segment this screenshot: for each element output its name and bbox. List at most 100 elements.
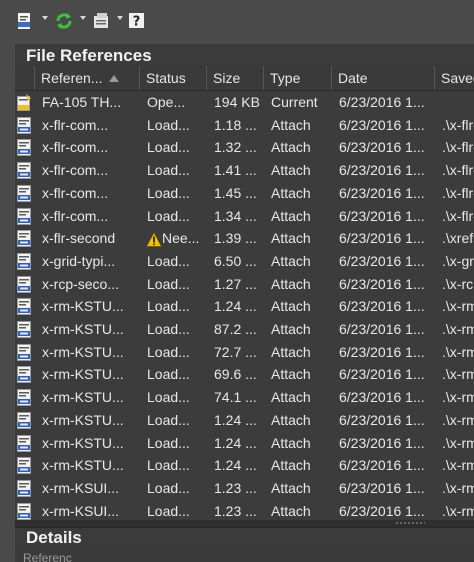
cell-date: 6/23/2016 1... xyxy=(332,250,435,273)
attach-dropdown-caret[interactable] xyxy=(42,16,48,20)
cell-type-text: Attach xyxy=(271,434,311,451)
cell-type-text: Attach xyxy=(271,207,311,224)
cell-name-text: x-rm-KSTU... xyxy=(42,434,124,451)
details-header[interactable]: Details xyxy=(15,528,474,548)
column-header-status[interactable]: Status xyxy=(140,66,207,90)
column-header-date[interactable]: Date xyxy=(332,66,435,90)
cell-size: 1.18 ... xyxy=(207,114,264,137)
table-row[interactable]: x-rcp-seco... Load... 1.27 ... Attach 6/23/2… xyxy=(15,273,474,296)
cell-date: 6/23/2016 1... xyxy=(332,432,435,455)
column-header-status-label: Status xyxy=(146,70,186,86)
dwg-file-icon xyxy=(17,321,31,338)
column-header-reference-label: Referen... xyxy=(41,70,103,86)
cell-name: x-rm-KSTU... xyxy=(35,318,140,341)
table-row[interactable]: x-flr-com... Load... 1.34 ... Attach 6/23/20… xyxy=(15,205,474,228)
cell-size-text: 1.18 ... xyxy=(214,116,257,133)
cell-name: x-rm-KSUI... xyxy=(35,500,140,520)
help-button[interactable]: ? xyxy=(128,10,146,32)
cell-type-text: Attach xyxy=(271,389,311,406)
cell-date-text: 6/23/2016 1... xyxy=(339,139,425,156)
column-header-size[interactable]: Size xyxy=(207,66,264,90)
table-row[interactable]: x-rm-KSTU... Load... 1.24 ... Attach 6/23/20… xyxy=(15,409,474,432)
column-header-reference-name[interactable]: Referen... xyxy=(35,66,140,90)
cell-date: 6/23/2016 1... xyxy=(332,273,435,296)
cell-size-text: 6.50 ... xyxy=(214,252,257,269)
cell-size-text: 69.6 ... xyxy=(214,366,257,383)
cell-date: 6/23/2016 1... xyxy=(332,454,435,477)
table-row[interactable]: x-rm-KSTU... Load... 74.1 ... Attach 6/23/20… xyxy=(15,386,474,409)
table-row[interactable]: x-flr-com... Load... 1.41 ... Attach 6/23/20… xyxy=(15,159,474,182)
table-row[interactable]: x-flr-com... Load... 1.18 ... Attach 6/23/20… xyxy=(15,114,474,137)
change-path-dropdown-caret[interactable] xyxy=(117,16,123,20)
cell-date-text: 6/23/2016 1... xyxy=(339,366,425,383)
scrollbar-grip[interactable] xyxy=(395,521,425,525)
column-header-saved-path[interactable]: Saved P xyxy=(435,66,474,90)
cell-path: .\x-rm-K xyxy=(435,432,474,455)
attach-dwg-button[interactable] xyxy=(15,10,35,32)
table-row[interactable]: x-rm-KSTU... Load... 72.7 ... Attach 6/23/20… xyxy=(15,341,474,364)
cell-type-text: Attach xyxy=(271,457,311,474)
cell-type: Attach xyxy=(264,341,332,364)
dwg-file-icon xyxy=(17,116,31,134)
cell-size: 194 KB xyxy=(207,91,264,114)
cell-date-text: 6/23/2016 1... xyxy=(339,162,425,179)
cell-size-text: 1.24 ... xyxy=(214,457,257,474)
details-title: Details xyxy=(26,528,82,547)
dwg-file-icon xyxy=(17,207,31,225)
cell-status-text: Load... xyxy=(147,252,190,269)
cell-date: 6/23/2016 1... xyxy=(332,205,435,228)
table-row[interactable]: x-flr-com... Load... 1.45 ... Attach 6/23/20… xyxy=(15,182,474,205)
cell-status: Load... xyxy=(140,114,207,137)
table-row[interactable]: x-grid-typi... Load... 6.50 ... Attach 6/23/… xyxy=(15,250,474,273)
cell-date-text: 6/23/2016 1... xyxy=(339,94,425,110)
cell-name-text: x-rcp-seco... xyxy=(42,275,120,292)
table-row[interactable]: x-flr-second Nee... 1.39 ... Attach 6/23/201… xyxy=(15,227,474,250)
table-row[interactable]: x-rm-KSTU... Load... 87.2 ... Attach 6/23/20… xyxy=(15,318,474,341)
cell-name: x-rm-KSTU... xyxy=(35,432,140,455)
cell-date-text: 6/23/2016 1... xyxy=(339,207,425,224)
cell-status: Load... xyxy=(140,477,207,500)
cell-size: 1.24 ... xyxy=(207,432,264,455)
cell-date-text: 6/23/2016 1... xyxy=(339,116,425,133)
cell-date: 6/23/2016 1... xyxy=(332,341,435,364)
cell-status: Ope... xyxy=(140,91,207,114)
table-row[interactable]: x-flr-com... Load... 1.32 ... Attach 6/23/20… xyxy=(15,136,474,159)
cell-name-text: x-rm-KSTU... xyxy=(42,411,124,428)
cell-status-text: Load... xyxy=(147,184,190,201)
table-row[interactable]: x-rm-KSUI... Load... 1.23 ... Attach 6/23/20… xyxy=(15,477,474,500)
cell-date: 6/23/2016 1... xyxy=(332,386,435,409)
table-row[interactable]: x-rm-KSTU... Load... 1.24 ... Attach 6/23/20… xyxy=(15,295,474,318)
table-row[interactable]: x-rm-KSTU... Load... 1.24 ... Attach 6/23/20… xyxy=(15,432,474,455)
cell-type: Attach xyxy=(264,114,332,137)
column-header-type[interactable]: Type xyxy=(264,66,332,90)
cell-status-text: Load... xyxy=(147,343,190,360)
sort-ascending-icon xyxy=(109,75,120,82)
cell-type-text: Current xyxy=(271,94,318,110)
cell-type: Attach xyxy=(264,500,332,520)
table-row[interactable]: x-rm-KSUI... Load... 1.23 ... Attach 6/23/20… xyxy=(15,500,474,520)
file-references-table[interactable]: Referen... Status Size Type Date Saved P… xyxy=(15,66,474,520)
table-row[interactable]: FA-105 TH... Ope... 194 KB Current 6/23/2016… xyxy=(15,91,474,114)
cell-path-text: .\x-rm-K xyxy=(442,502,474,519)
cell-type-text: Attach xyxy=(271,298,311,315)
cell-status-text: Load... xyxy=(147,411,190,428)
cell-type: Attach xyxy=(264,318,332,341)
cell-status: Load... xyxy=(140,136,207,159)
cell-size: 6.50 ... xyxy=(207,250,264,273)
table-row[interactable]: x-rm-KSTU... Load... 1.24 ... Attach 6/23/20… xyxy=(15,454,474,477)
refresh-button[interactable] xyxy=(54,10,74,32)
cell-type: Attach xyxy=(264,477,332,500)
cell-size-text: 1.24 ... xyxy=(214,434,257,451)
cell-name-text: x-rm-KSTU... xyxy=(42,321,124,337)
change-path-button[interactable] xyxy=(92,10,112,32)
cell-type-text: Attach xyxy=(271,116,311,133)
table-row[interactable]: x-rm-KSTU... Load... 69.6 ... Attach 6/23/20… xyxy=(15,363,474,386)
refresh-dropdown-caret[interactable] xyxy=(80,16,86,20)
cell-status-text: Load... xyxy=(147,502,190,519)
column-header-icon xyxy=(15,66,35,90)
cell-date-text: 6/23/2016 1... xyxy=(339,434,425,451)
cell-name: x-flr-com... xyxy=(35,136,140,159)
file-references-header[interactable]: File References xyxy=(15,46,474,66)
cell-date: 6/23/2016 1... xyxy=(332,363,435,386)
cell-size-text: 1.23 ... xyxy=(214,479,257,496)
